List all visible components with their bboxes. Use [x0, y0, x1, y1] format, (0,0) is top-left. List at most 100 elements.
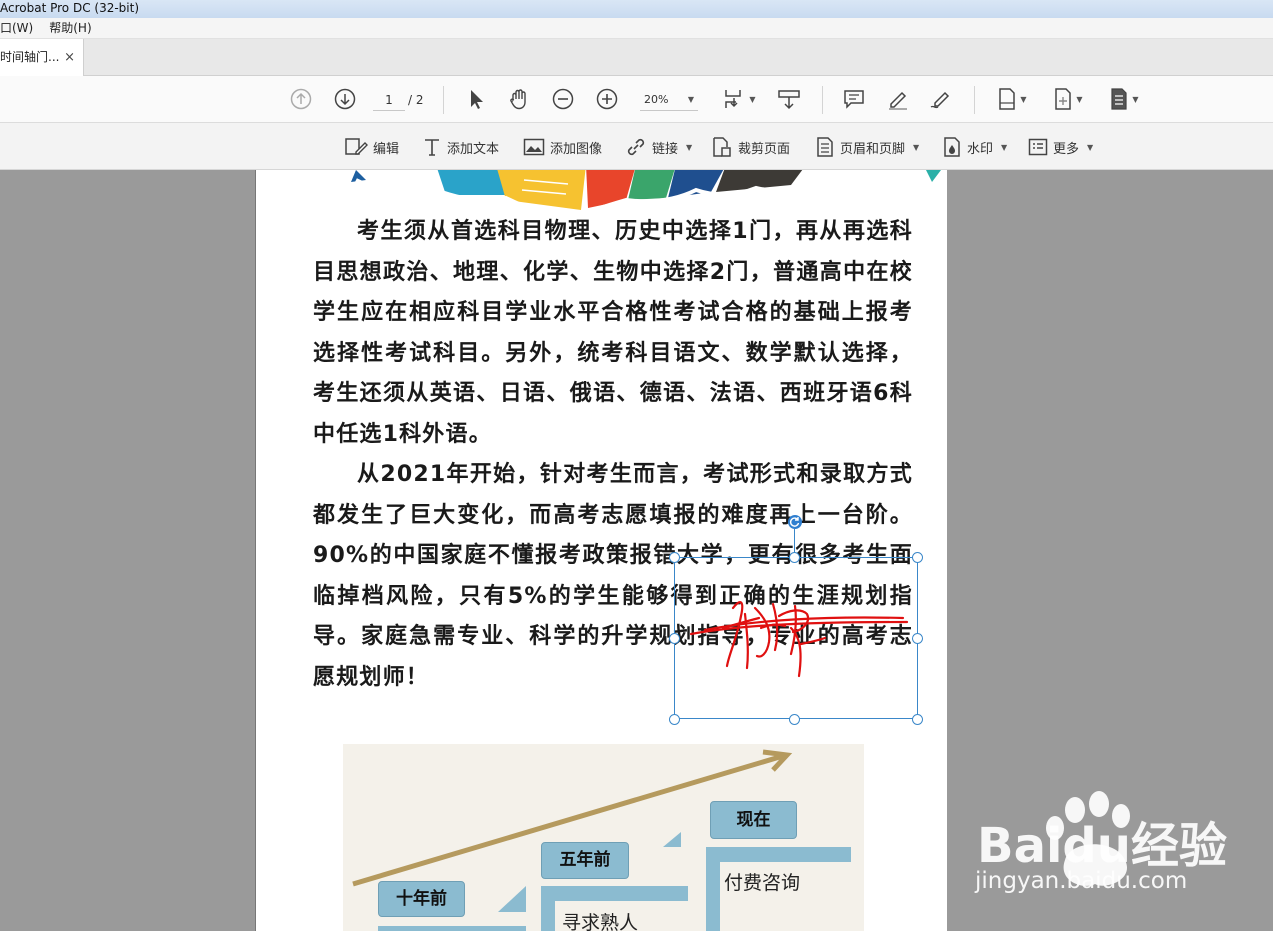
timeline-infographic: 十年前 五年前 现在 寻求熟人 付费咨询	[343, 744, 864, 931]
chevron-down-icon: ▼	[913, 142, 920, 152]
cursor-arrow-icon	[471, 90, 483, 109]
previous-page-button[interactable]	[288, 86, 314, 112]
add-text-label: 添加文本	[447, 141, 500, 157]
menu-window[interactable]: 口(W)	[0, 18, 33, 38]
zoom-level-value: 20%	[644, 93, 669, 106]
scroll-down-icon	[778, 90, 800, 110]
edit-label: 编辑	[373, 141, 400, 157]
resize-handle-right[interactable]	[912, 633, 923, 644]
crop-page-icon	[713, 137, 731, 157]
tab-bar: 时间轴门... ×	[0, 39, 1273, 76]
document-add-icon	[1055, 88, 1072, 110]
more-label: 更多	[1053, 141, 1080, 157]
more-button[interactable]: 更多 ▼	[1028, 135, 1093, 159]
resize-handle-bottom-right[interactable]	[912, 714, 923, 725]
close-tab-icon[interactable]: ×	[64, 39, 83, 76]
window-title-bar: Acrobat Pro DC (32-bit)	[0, 0, 1273, 18]
chevron-down-icon: ▼	[1020, 94, 1027, 104]
watermark-button[interactable]: 水印 ▼	[942, 135, 1007, 159]
arrow-down-circle-icon	[334, 88, 356, 110]
next-page-button[interactable]	[332, 86, 358, 112]
document-tab[interactable]: 时间轴门... ×	[0, 39, 84, 76]
resize-handle-bottom-left[interactable]	[669, 714, 680, 725]
chevron-down-icon: ▼	[1076, 94, 1083, 104]
resize-handle-bottom[interactable]	[789, 714, 800, 725]
handwritten-signature	[689, 601, 909, 678]
add-text-button[interactable]: 添加文本	[422, 135, 499, 159]
page-number-input[interactable]: 1	[373, 89, 405, 111]
arrow-up-circle-icon	[290, 88, 312, 110]
text-paid-consultation: 付费咨询	[724, 872, 801, 894]
watermark-url: jingyan.baidu.com	[975, 868, 1188, 894]
toolbar-divider	[974, 86, 975, 114]
main-toolbar: 1 / 2 20% ▼ ▼ ▼ ▼ ▼	[0, 76, 1273, 123]
resize-handle-top-right[interactable]	[912, 552, 923, 563]
chevron-down-icon: ▼	[1132, 94, 1139, 104]
text-icon	[425, 139, 439, 156]
pdf-page[interactable]: 考生须从首选科目物理、历史中选择1门，再从再选科目思想政治、地理、化学、生物中选…	[255, 170, 947, 931]
resize-handle-left[interactable]	[669, 633, 680, 644]
chevron-down-icon: ▼	[687, 95, 694, 104]
document-stack-icon	[1111, 88, 1128, 110]
page-display-button[interactable]: ▼	[720, 86, 758, 112]
edit-pdf-toolbar: 编辑 添加文本 添加图像 链接 ▼ 裁剪页面 页眉和页脚 ▼ 水印 ▼ 更多 ▼	[0, 123, 1273, 170]
watermark-label: 水印	[967, 141, 994, 157]
label-ten-years-ago: 十年前	[378, 881, 465, 917]
create-pdf-button[interactable]: ▼	[1050, 86, 1086, 112]
toolbar-divider	[443, 86, 444, 114]
watermark-icon	[944, 137, 960, 157]
edit-text-image-icon	[345, 138, 368, 155]
resize-handle-top[interactable]	[789, 552, 800, 563]
scroll-mode-button[interactable]	[776, 86, 802, 112]
window-title: Acrobat Pro DC (32-bit)	[0, 1, 140, 15]
toolbar-divider	[822, 86, 823, 114]
add-image-button[interactable]: 添加图像	[523, 135, 602, 159]
menu-bar: 口(W) 帮助(H)	[0, 18, 1273, 39]
document-tab-label: 时间轴门...	[0, 50, 60, 64]
comment-icon	[844, 90, 864, 109]
zoom-level-select[interactable]: 20% ▼	[640, 89, 698, 111]
page-layout-icon	[725, 90, 742, 108]
highlighter-icon	[889, 91, 907, 110]
hand-icon	[510, 89, 526, 110]
menu-help[interactable]: 帮助(H)	[49, 18, 91, 38]
text-seek-acquaintances: 寻求熟人	[562, 912, 639, 931]
paragraph-1: 考生须从首选科目物理、历史中选择1门，再从再选科目思想政治、地理、化学、生物中选…	[313, 219, 913, 447]
label-five-years-ago: 五年前	[541, 842, 629, 879]
signature-pen-icon	[930, 91, 950, 109]
rotate-handle-icon[interactable]	[788, 515, 802, 529]
chevron-down-icon: ▼	[1001, 142, 1008, 152]
comment-button[interactable]	[841, 86, 867, 112]
header-footer-button[interactable]: 页眉和页脚 ▼	[815, 135, 919, 159]
image-icon	[523, 138, 545, 156]
signature-image-selection[interactable]	[674, 557, 918, 719]
chevron-down-icon: ▼	[1087, 142, 1094, 152]
resize-handle-top-left[interactable]	[669, 552, 680, 563]
link-label: 链接	[652, 141, 679, 157]
header-footer-icon	[817, 137, 833, 157]
add-image-label: 添加图像	[550, 141, 603, 157]
plus-circle-icon	[596, 88, 618, 110]
link-icon	[627, 138, 645, 156]
watermark-brand: Baidu经验	[977, 818, 1227, 874]
edit-button[interactable]: 编辑	[344, 135, 399, 159]
document-icon	[999, 88, 1016, 110]
export-pdf-button[interactable]: ▼	[994, 86, 1030, 112]
crop-page-label: 裁剪页面	[738, 141, 791, 157]
hand-tool-button[interactable]	[506, 86, 532, 112]
label-now: 现在	[710, 801, 797, 839]
crop-page-button[interactable]: 裁剪页面	[711, 135, 790, 159]
list-icon	[1028, 138, 1048, 156]
select-tool-button[interactable]	[464, 86, 488, 112]
header-footer-label: 页眉和页脚	[840, 141, 906, 157]
zoom-in-button[interactable]	[594, 86, 620, 112]
page-total: / 2	[408, 93, 424, 107]
zoom-out-button[interactable]	[550, 86, 576, 112]
highlight-button[interactable]	[885, 86, 911, 112]
sign-button[interactable]	[928, 86, 954, 112]
minus-circle-icon	[552, 88, 574, 110]
chevron-down-icon: ▼	[686, 142, 693, 152]
more-files-button[interactable]: ▼	[1106, 86, 1142, 112]
chevron-down-icon: ▼	[749, 94, 756, 104]
link-button[interactable]: 链接 ▼	[625, 135, 692, 159]
